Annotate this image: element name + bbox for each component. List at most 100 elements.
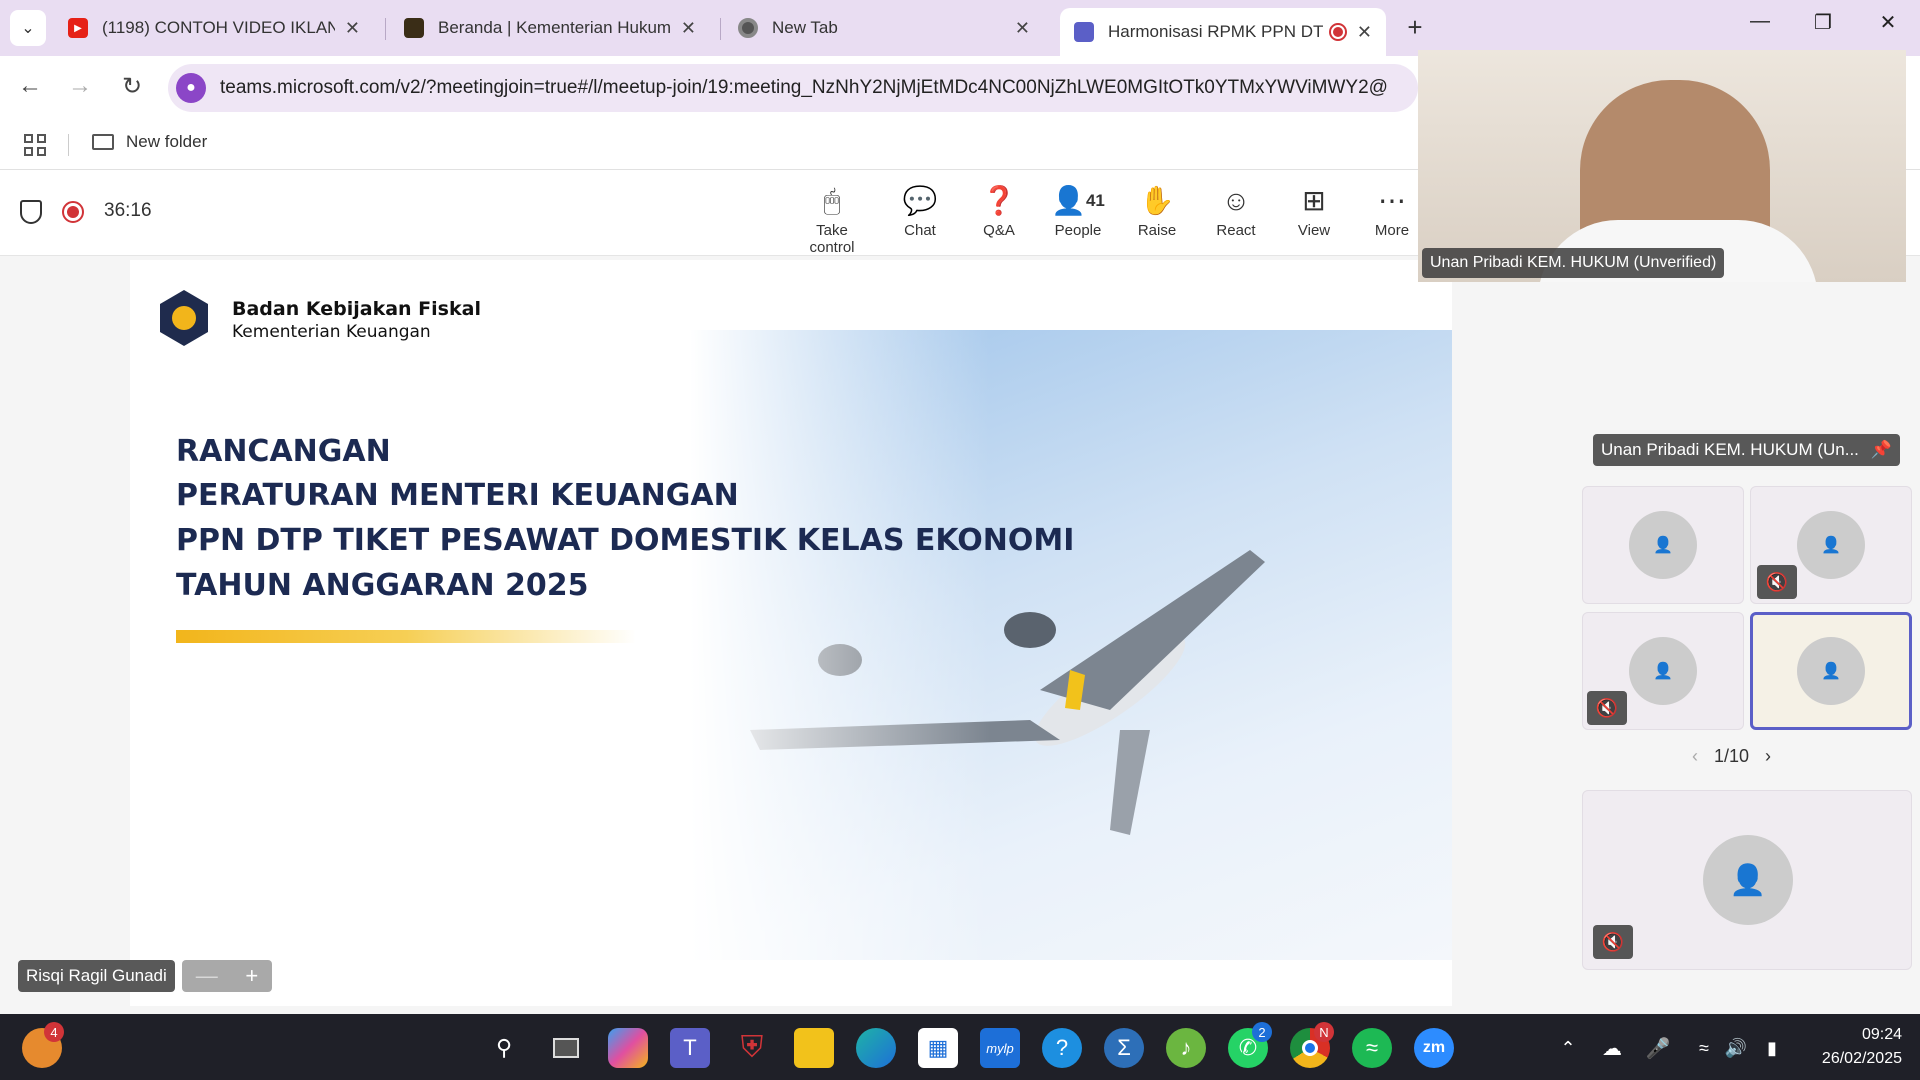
toolbar-label: People xyxy=(1054,222,1102,239)
spotify-icon[interactable]: ≈ xyxy=(1352,1028,1392,1068)
accent-bar xyxy=(176,630,636,643)
self-view-name: Unan Pribadi KEM. HUKUM (Unverified) xyxy=(1422,248,1725,278)
search-icon[interactable]: ⚲ xyxy=(484,1028,524,1068)
chevron-down-icon: ⌄ xyxy=(21,20,35,37)
microphone-site-icon[interactable]: ● xyxy=(176,73,206,103)
pin-icon[interactable]: 📌 xyxy=(1871,440,1892,460)
file-explorer-icon[interactable] xyxy=(794,1028,834,1068)
close-icon[interactable]: ✕ xyxy=(681,18,696,39)
minimize-icon[interactable]: — xyxy=(1740,10,1780,33)
avatar-icon: 👤 xyxy=(1703,835,1793,925)
self-video-view[interactable]: Unan Pribadi KEM. HUKUM (Unverified) xyxy=(1418,50,1906,282)
tab-label: New Tab xyxy=(772,18,838,37)
close-window-icon[interactable]: ✕ xyxy=(1868,10,1908,35)
close-icon[interactable]: ✕ xyxy=(1015,18,1030,39)
chrome-icon xyxy=(738,18,758,38)
url-text[interactable]: teams.microsoft.com/v2/?meetingjoin=true… xyxy=(220,77,1388,99)
react-button[interactable]: ☺ React xyxy=(1196,184,1276,239)
people-button[interactable]: 👤41 People xyxy=(1038,184,1118,239)
edge-icon[interactable] xyxy=(856,1028,896,1068)
bookmark-label: New folder xyxy=(126,132,208,151)
chevron-right-icon[interactable]: › xyxy=(1765,746,1771,767)
task-view-icon[interactable] xyxy=(546,1028,586,1068)
chevron-up-icon[interactable]: ⌃ xyxy=(1548,1028,1588,1068)
weather-widget-icon[interactable]: 4 xyxy=(22,1022,64,1068)
toolbar-label: View xyxy=(1297,222,1331,239)
participant-tile-active[interactable]: 👤 xyxy=(1750,612,1912,730)
chevron-left-icon[interactable]: ‹ xyxy=(1692,746,1698,767)
mic-muted-icon: 🔇 xyxy=(1587,691,1627,725)
restore-icon[interactable]: ❐ xyxy=(1803,10,1843,35)
teams-taskbar-icon[interactable]: T xyxy=(670,1028,710,1068)
chat-icon: 💬 xyxy=(902,185,938,216)
toolbar-label: Take control xyxy=(809,222,855,256)
sigma-app-icon[interactable]: Σ xyxy=(1104,1028,1144,1068)
teams-icon xyxy=(1074,22,1094,42)
mcafee-icon[interactable]: ⛨ xyxy=(732,1028,772,1068)
view-button[interactable]: ⊞ View xyxy=(1274,184,1354,239)
chat-button[interactable]: 💬 Chat xyxy=(880,184,960,239)
participant-tile-large[interactable]: 👤 🔇 xyxy=(1582,790,1912,970)
slide-title-line-2: PERATURAN MENTERI KEUANGAN xyxy=(176,478,739,513)
pinned-participant-name[interactable]: Unan Pribadi KEM. HUKUM (Un... 📌 xyxy=(1593,434,1901,466)
browser-tab-youtube[interactable]: ▶ (1198) CONTOH VIDEO IKLAN E ✕ xyxy=(54,8,374,48)
green-app-icon[interactable]: ♪ xyxy=(1166,1028,1206,1068)
tab-divider xyxy=(720,18,721,40)
tab-search-button[interactable]: ⌄ xyxy=(10,10,46,46)
mic-muted-icon: 🔇 xyxy=(1757,565,1797,599)
recording-icon xyxy=(62,201,84,223)
participant-tile[interactable]: 👤 xyxy=(1582,486,1744,604)
zoom-icon[interactable]: zm xyxy=(1414,1028,1454,1068)
avatar-icon: 👤 xyxy=(1797,511,1865,579)
avatar-icon: 👤 xyxy=(1797,637,1865,705)
zoom-out-icon[interactable]: — xyxy=(196,963,218,989)
toolbar-label: Chat xyxy=(904,222,936,239)
clock-time[interactable]: 09:24 xyxy=(1822,1026,1902,1044)
microsoft-store-icon[interactable]: ▦ xyxy=(918,1028,958,1068)
raise-hand-icon: ✋ xyxy=(1139,185,1175,216)
chrome-taskbar-icon[interactable]: N xyxy=(1290,1022,1334,1068)
whatsapp-icon[interactable]: ✆ 2 xyxy=(1228,1022,1272,1068)
tab-label: (1198) CONTOH VIDEO IKLAN E xyxy=(102,18,335,37)
participant-tile[interactable]: 👤 🔇 xyxy=(1750,486,1912,604)
onedrive-icon[interactable]: ☁ xyxy=(1592,1028,1632,1068)
tab-label: Harmonisasi RPMK PPN DTP xyxy=(1108,22,1323,41)
forward-icon[interactable]: → xyxy=(62,72,98,100)
participant-tile[interactable]: 👤 🔇 xyxy=(1582,612,1744,730)
zoom-controls: — + xyxy=(182,960,272,992)
toolbar-label: React xyxy=(1216,222,1256,239)
close-icon[interactable]: ✕ xyxy=(345,18,360,39)
slide-title-line-1: RANCANGAN xyxy=(176,434,391,469)
take-control-icon: 🖱 xyxy=(823,185,841,216)
shield-icon[interactable] xyxy=(20,200,42,224)
browser-tab-kemenkum[interactable]: Beranda | Kementerian Hukum I ✕ xyxy=(390,8,710,48)
pinned-name-label: Unan Pribadi KEM. HUKUM (Un... xyxy=(1601,440,1859,459)
back-icon[interactable]: ← xyxy=(12,72,48,100)
take-control-button[interactable]: 🖱 Take control xyxy=(792,184,872,256)
battery-icon[interactable]: ▮ xyxy=(1752,1028,1792,1068)
folder-icon xyxy=(92,134,114,150)
chrome-badge: N xyxy=(1314,1022,1334,1042)
clock-date[interactable]: 26/02/2025 xyxy=(1802,1050,1902,1068)
avatar-icon: 👤 xyxy=(1629,637,1697,705)
browser-tab-teams[interactable]: Harmonisasi RPMK PPN DTP ✕ xyxy=(1060,8,1386,56)
bookmark-folder-new-folder[interactable]: New folder xyxy=(92,132,207,152)
new-tab-button[interactable]: + xyxy=(1398,10,1432,44)
toolbar-label: Raise xyxy=(1137,222,1177,239)
browser-tab-newtab[interactable]: New Tab ✕ xyxy=(724,8,1044,48)
raise-hand-button[interactable]: ✋ Raise xyxy=(1117,184,1197,239)
tab-divider xyxy=(385,18,386,40)
address-bar[interactable]: ● teams.microsoft.com/v2/?meetingjoin=tr… xyxy=(168,64,1418,112)
close-icon[interactable]: ✕ xyxy=(1357,22,1372,43)
qa-button[interactable]: ❓ Q&A xyxy=(959,184,1039,239)
windows-start-icon[interactable] xyxy=(422,1028,462,1068)
microphone-icon[interactable]: 🎤 xyxy=(1638,1028,1678,1068)
apps-grid-icon[interactable] xyxy=(24,134,46,156)
copilot-icon[interactable] xyxy=(608,1028,648,1068)
photo-fade xyxy=(690,330,990,960)
help-icon[interactable]: ? xyxy=(1042,1028,1082,1068)
mylp-icon[interactable]: mylp xyxy=(980,1028,1020,1068)
reload-icon[interactable]: ↻ xyxy=(114,72,150,101)
zoom-in-icon[interactable]: + xyxy=(245,963,258,989)
volume-icon[interactable]: 🔊 xyxy=(1716,1028,1756,1068)
